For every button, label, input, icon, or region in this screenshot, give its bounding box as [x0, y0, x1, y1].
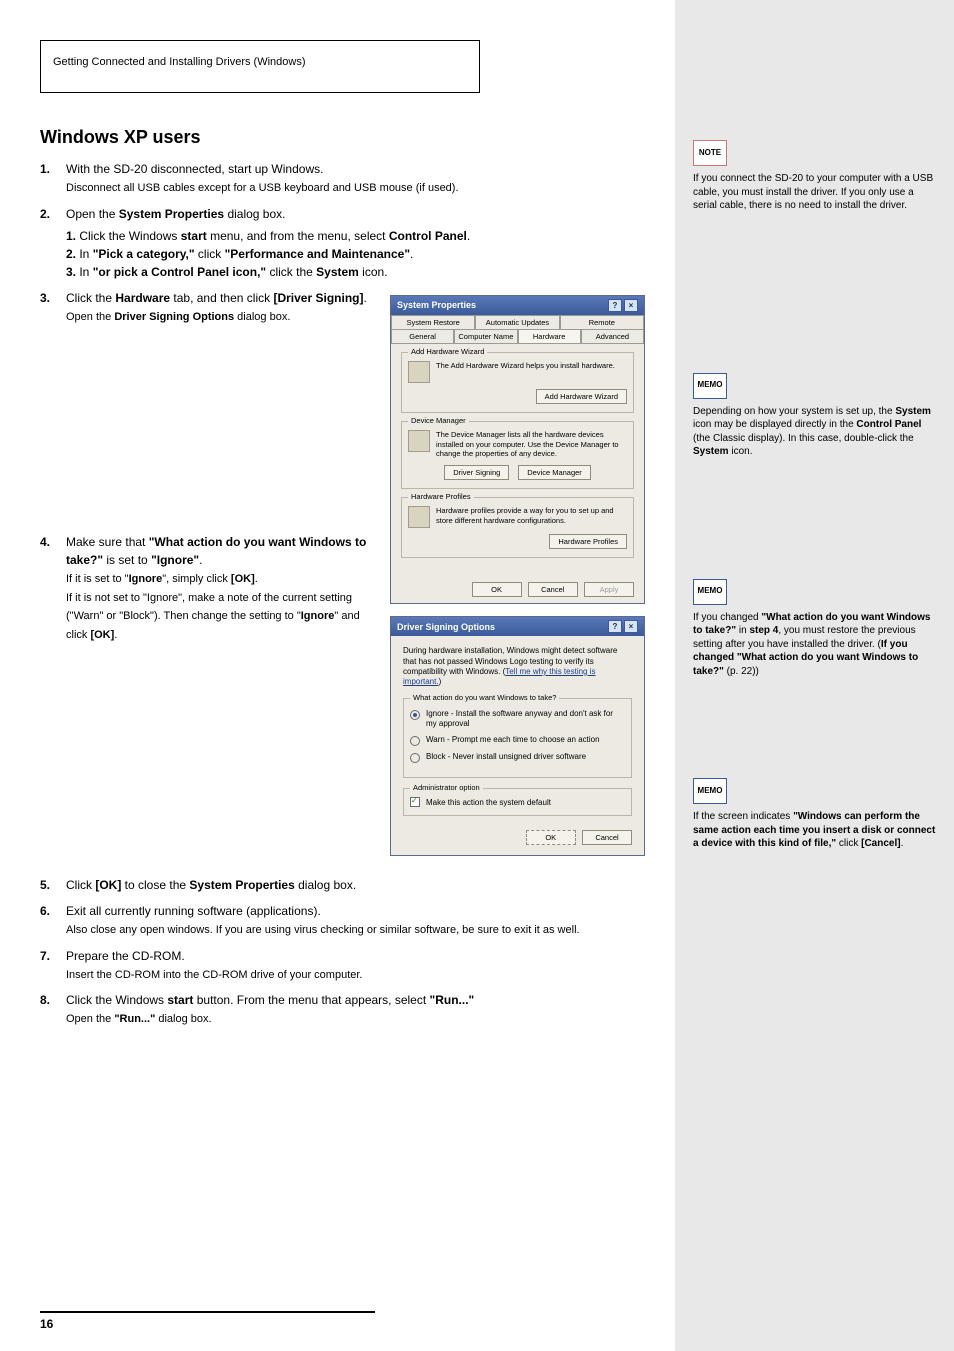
titlebar: System Properties ? ×: [391, 296, 644, 315]
tab-advanced[interactable]: Advanced: [581, 329, 644, 343]
radio-icon[interactable]: [410, 736, 420, 746]
window-title: System Properties: [397, 300, 476, 310]
step-text: With the SD-20 disconnected, start up Wi…: [66, 160, 655, 197]
group-title: Add Hardware Wizard: [408, 347, 487, 356]
help-icon[interactable]: ?: [608, 299, 622, 312]
memo-text: If the screen indicates "Windows can per…: [693, 810, 936, 851]
hardware-profiles-button[interactable]: Hardware Profiles: [549, 534, 627, 549]
step-number: 1.: [40, 160, 66, 197]
memo-block-3: MEMO If the screen indicates "Windows ca…: [693, 778, 936, 851]
section-heading: Windows XP users: [40, 127, 655, 148]
intro-text: During hardware installation, Windows mi…: [403, 646, 632, 688]
step-7: 7. Prepare the CD-ROM. Insert the CD-ROM…: [40, 947, 655, 984]
step-5: 5. Click [OK] to close the System Proper…: [40, 876, 655, 894]
page-title-box: Getting Connected and Installing Drivers…: [40, 40, 480, 93]
close-icon[interactable]: ×: [624, 299, 638, 312]
ok-button[interactable]: OK: [526, 830, 576, 845]
page-number: 16: [40, 1311, 375, 1331]
group-text: The Add Hardware Wizard helps you instal…: [436, 361, 615, 371]
step-number: 3.: [40, 289, 66, 326]
ok-button[interactable]: OK: [472, 582, 522, 597]
hardware-profiles-icon: [408, 506, 430, 528]
memo-icon: MEMO: [693, 579, 727, 605]
driver-signing-button[interactable]: Driver Signing: [444, 465, 509, 480]
add-hardware-wizard-group: Add Hardware Wizard The Add Hardware Wiz…: [401, 352, 634, 413]
apply-button[interactable]: Apply: [584, 582, 634, 597]
checkbox-icon[interactable]: [410, 797, 420, 807]
step-1: 1. With the SD-20 disconnected, start up…: [40, 160, 655, 197]
driver-signing-options-window: Driver Signing Options ? × During hardwa…: [390, 616, 645, 856]
sidebar: NOTE If you connect the SD-20 to your co…: [675, 0, 954, 1351]
step-text: Click the Hardware tab, and then click […: [66, 289, 376, 326]
memo-block-1: MEMO Depending on how your system is set…: [693, 373, 936, 459]
step-number: 6.: [40, 902, 66, 939]
tab-system-restore[interactable]: System Restore: [391, 315, 475, 329]
group-title: What action do you want Windows to take?: [410, 693, 559, 702]
step-number: 7.: [40, 947, 66, 984]
step-number: 8.: [40, 991, 66, 1028]
radio-ignore[interactable]: Ignore - Install the software anyway and…: [410, 709, 625, 730]
add-hardware-wizard-button[interactable]: Add Hardware Wizard: [536, 389, 627, 404]
memo-icon: MEMO: [693, 778, 727, 804]
tab-computer-name[interactable]: Computer Name: [454, 329, 517, 343]
group-text: Hardware profiles provide a way for you …: [436, 506, 627, 526]
memo-block-2: MEMO If you changed "What action do you …: [693, 579, 936, 679]
radio-label: Ignore - Install the software anyway and…: [426, 709, 625, 730]
step-text: Click [OK] to close the System Propertie…: [66, 876, 655, 894]
step-3: 3. Click the Hardware tab, and then clic…: [40, 289, 376, 326]
note-block: NOTE If you connect the SD-20 to your co…: [693, 140, 936, 213]
radio-warn[interactable]: Warn - Prompt me each time to choose an …: [410, 735, 625, 746]
administrator-option-group: Administrator option Make this action th…: [403, 788, 632, 816]
step-2: 2. Open the System Properties dialog box…: [40, 205, 655, 281]
close-icon[interactable]: ×: [624, 620, 638, 633]
radio-icon[interactable]: [410, 710, 420, 720]
group-title: Device Manager: [408, 416, 469, 425]
step-4: 4. Make sure that "What action do you wa…: [40, 533, 376, 643]
action-group: What action do you want Windows to take?…: [403, 698, 632, 779]
group-title: Administrator option: [410, 783, 483, 792]
step-text: Exit all currently running software (app…: [66, 902, 655, 939]
radio-label: Warn - Prompt me each time to choose an …: [426, 735, 600, 745]
step-text: Prepare the CD-ROM. Insert the CD-ROM in…: [66, 947, 655, 984]
titlebar: Driver Signing Options ? ×: [391, 617, 644, 636]
memo-icon: MEMO: [693, 373, 727, 399]
hardware-profiles-group: Hardware Profiles Hardware profiles prov…: [401, 497, 634, 558]
step-8: 8. Click the Windows start button. From …: [40, 991, 655, 1028]
note-text: If you connect the SD-20 to your compute…: [693, 172, 936, 213]
note-icon: NOTE: [693, 140, 727, 166]
help-icon[interactable]: ?: [608, 620, 622, 633]
step-number: 5.: [40, 876, 66, 894]
cancel-button[interactable]: Cancel: [528, 582, 578, 597]
device-manager-button[interactable]: Device Manager: [518, 465, 591, 480]
device-manager-icon: [408, 430, 430, 452]
tab-remote[interactable]: Remote: [560, 315, 644, 329]
wizard-icon: [408, 361, 430, 383]
step-number: 2.: [40, 205, 66, 281]
memo-text: Depending on how your system is set up, …: [693, 405, 936, 459]
device-manager-group: Device Manager The Device Manager lists …: [401, 421, 634, 489]
group-title: Hardware Profiles: [408, 492, 474, 501]
tab-automatic-updates[interactable]: Automatic Updates: [475, 315, 559, 329]
radio-label: Block - Never install unsigned driver so…: [426, 752, 586, 762]
system-properties-window: System Properties ? × System Restore Aut…: [390, 295, 645, 604]
step-number: 4.: [40, 533, 66, 643]
step-text: Click the Windows start button. From the…: [66, 991, 655, 1028]
step-text: Make sure that "What action do you want …: [66, 533, 376, 643]
checkbox-label: Make this action the system default: [426, 798, 551, 807]
window-title: Driver Signing Options: [397, 622, 495, 632]
group-text: The Device Manager lists all the hardwar…: [436, 430, 627, 459]
cancel-button[interactable]: Cancel: [582, 830, 632, 845]
radio-block[interactable]: Block - Never install unsigned driver so…: [410, 752, 625, 763]
tab-hardware[interactable]: Hardware: [518, 329, 581, 343]
make-default-checkbox[interactable]: Make this action the system default: [410, 797, 625, 807]
radio-icon[interactable]: [410, 753, 420, 763]
tab-general[interactable]: General: [391, 329, 454, 343]
step-text: Open the System Properties dialog box. 1…: [66, 205, 655, 281]
memo-text: If you changed "What action do you want …: [693, 611, 936, 679]
step-6: 6. Exit all currently running software (…: [40, 902, 655, 939]
